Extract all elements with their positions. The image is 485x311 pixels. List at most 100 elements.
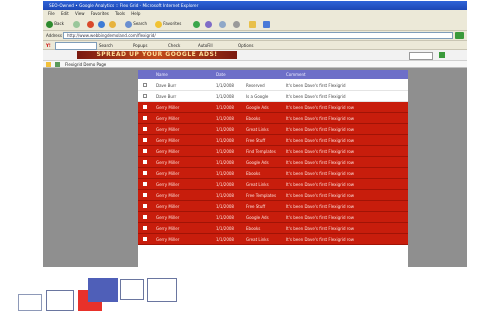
table-row[interactable]: Gerry Miller 1/1/2008 Free Stuff It's been … bbox=[138, 135, 408, 146]
table-row[interactable]: Dave Burr 1/1/2008 Reserved It's been Dave'… bbox=[138, 80, 408, 91]
row-checkbox[interactable] bbox=[143, 171, 147, 175]
row-checkbox[interactable] bbox=[143, 138, 147, 142]
menu-file[interactable]: File bbox=[48, 11, 55, 16]
add-favorite-icon[interactable] bbox=[55, 62, 60, 67]
table-row[interactable]: Gerry Miller 1/1/2008 Ebooks It's been Dave… bbox=[138, 168, 408, 179]
table-row[interactable]: Gerry Miller 1/1/2008 Ebooks It's been Dave… bbox=[138, 223, 408, 234]
toolbar-item-options[interactable]: Options bbox=[238, 41, 253, 50]
table-row[interactable]: Gerry Miller 1/1/2008 Ebooks It's been Dave… bbox=[138, 113, 408, 124]
home-button[interactable] bbox=[109, 20, 116, 28]
window-title: SEO-Owned • Google Analytics :: Flex Gri… bbox=[49, 3, 199, 8]
row-checkbox[interactable] bbox=[143, 83, 147, 87]
cell-comment: Find Templates bbox=[246, 149, 276, 154]
page-tab[interactable]: Flexigrid Demo Page bbox=[65, 61, 106, 68]
menu-edit[interactable]: Edit bbox=[61, 11, 69, 16]
media-icon bbox=[193, 20, 200, 28]
ad-go-icon[interactable] bbox=[439, 52, 445, 58]
cell-comment: Ebooks bbox=[246, 116, 261, 121]
cell-comment: Reserved bbox=[246, 83, 265, 88]
navigation-toolbar: Back Search Favorites bbox=[43, 17, 467, 31]
row-checkbox[interactable] bbox=[143, 204, 147, 208]
media-button[interactable] bbox=[193, 20, 200, 28]
edit-icon bbox=[263, 20, 270, 28]
print-button[interactable] bbox=[233, 20, 240, 28]
table-row[interactable]: Gerry Miller 1/1/2008 Google Ads It's been … bbox=[138, 157, 408, 168]
printer-icon bbox=[233, 20, 240, 28]
table-row[interactable]: Gerry Miller 1/1/2008 Great Links It's been… bbox=[138, 124, 408, 135]
cell-note: It's been Dave's first Flexigrid row bbox=[286, 160, 355, 165]
table-row[interactable]: Gerry Miller 1/1/2008 Free Stuff It's been … bbox=[138, 201, 408, 212]
search-button[interactable]: Search bbox=[125, 20, 147, 28]
column-name[interactable]: Name bbox=[156, 70, 168, 79]
thumbnail-square[interactable] bbox=[120, 279, 144, 300]
row-checkbox[interactable] bbox=[143, 215, 147, 219]
row-checkbox[interactable] bbox=[143, 193, 147, 197]
history-button[interactable] bbox=[205, 20, 212, 28]
cell-name: Gerry Miller bbox=[156, 171, 180, 176]
mail-button[interactable] bbox=[219, 20, 226, 28]
row-checkbox[interactable] bbox=[143, 105, 147, 109]
menu-help[interactable]: Help bbox=[131, 11, 140, 16]
forward-button[interactable] bbox=[73, 20, 80, 28]
cell-name: Gerry Miller bbox=[156, 226, 180, 231]
cell-note: It's been Dave's first Flexigrid row bbox=[286, 204, 355, 209]
table-row[interactable]: Gerry Miller 1/1/2008 Great Links It's been… bbox=[138, 234, 408, 245]
cell-comment: Free Stuff bbox=[246, 204, 266, 209]
table-row[interactable]: Gerry Miller 1/1/2008 Find Templates It's b… bbox=[138, 146, 408, 157]
edit-button[interactable] bbox=[263, 20, 270, 28]
back-arrow-icon bbox=[46, 20, 53, 28]
row-checkbox[interactable] bbox=[143, 226, 147, 230]
cell-comment: Ebooks bbox=[246, 171, 261, 176]
cell-comment: Ebooks bbox=[246, 226, 261, 231]
grid-header: Name Date Comment bbox=[138, 70, 408, 79]
cell-name: Gerry Miller bbox=[156, 237, 180, 242]
cell-note: It's been Dave's first Flexigrid row bbox=[286, 171, 355, 176]
toolbar-search-input[interactable] bbox=[55, 42, 97, 50]
cell-date: 1/1/2008 bbox=[216, 116, 234, 121]
cell-date: 1/1/2008 bbox=[216, 182, 234, 187]
toolbar-item-check[interactable]: Check bbox=[168, 41, 180, 50]
table-row[interactable]: Gerry Miller 1/1/2008 Great Links It's been… bbox=[138, 179, 408, 190]
cell-date: 1/1/2008 bbox=[216, 83, 234, 88]
table-row[interactable]: Dave Burr 1/1/2008 Is a Google It's been Da… bbox=[138, 91, 408, 102]
refresh-button[interactable] bbox=[98, 20, 105, 28]
row-checkbox[interactable] bbox=[143, 160, 147, 164]
row-checkbox[interactable] bbox=[143, 116, 147, 120]
cell-note: It's been Dave's first Flexigrid row bbox=[286, 127, 355, 132]
back-button[interactable]: Back bbox=[46, 20, 64, 28]
page-tab-bar: Flexigrid Demo Page bbox=[43, 61, 467, 68]
ad-banner[interactable]: SPREAD UP YOUR GOOGLE ADS! bbox=[77, 51, 237, 59]
folder-button[interactable] bbox=[249, 20, 256, 28]
thumbnail-square[interactable] bbox=[147, 278, 177, 302]
column-comment[interactable]: Comment bbox=[286, 70, 306, 79]
table-row[interactable]: Gerry Miller 1/1/2008 Google Ads It's been … bbox=[138, 212, 408, 223]
cell-note: It's been Dave's first Flexigrid row bbox=[286, 116, 355, 121]
cell-note: It's been Dave's first Flexigrid row bbox=[286, 105, 355, 110]
address-input[interactable]: http://www.webbingdemoland.com/flexigrid… bbox=[63, 32, 453, 39]
thumbnail-square[interactable] bbox=[18, 294, 42, 311]
favorites-button[interactable]: Favorites bbox=[155, 20, 181, 28]
column-date[interactable]: Date bbox=[216, 70, 226, 79]
toolbar-item-autofill[interactable]: AutoFill bbox=[198, 41, 213, 50]
cell-date: 1/1/2008 bbox=[216, 105, 234, 110]
stop-button[interactable] bbox=[87, 20, 94, 28]
favorite-star-icon[interactable] bbox=[46, 62, 51, 67]
toolbar-item-popups[interactable]: Popups bbox=[133, 41, 147, 50]
ad-search-input[interactable] bbox=[409, 52, 433, 60]
row-checkbox[interactable] bbox=[143, 94, 147, 98]
table-row[interactable]: Gerry Miller 1/1/2008 Free Templates It's b… bbox=[138, 190, 408, 201]
flexigrid: Name Date Comment Dave Burr 1/1/2008 Reser… bbox=[138, 70, 408, 267]
thumbnail-square[interactable] bbox=[46, 290, 74, 311]
toolbar-search-button[interactable]: Search bbox=[99, 41, 113, 50]
menu-tools[interactable]: Tools bbox=[115, 11, 125, 16]
menu-favorites[interactable]: Favorites bbox=[91, 11, 109, 16]
cell-date: 1/1/2008 bbox=[216, 226, 234, 231]
table-row[interactable]: Gerry Miller 1/1/2008 Google Ads It's been … bbox=[138, 102, 408, 113]
thumbnail-square-blue[interactable] bbox=[88, 278, 118, 302]
row-checkbox[interactable] bbox=[143, 237, 147, 241]
row-checkbox[interactable] bbox=[143, 149, 147, 153]
go-button[interactable] bbox=[455, 32, 464, 39]
row-checkbox[interactable] bbox=[143, 127, 147, 131]
menu-view[interactable]: View bbox=[75, 11, 85, 16]
row-checkbox[interactable] bbox=[143, 182, 147, 186]
